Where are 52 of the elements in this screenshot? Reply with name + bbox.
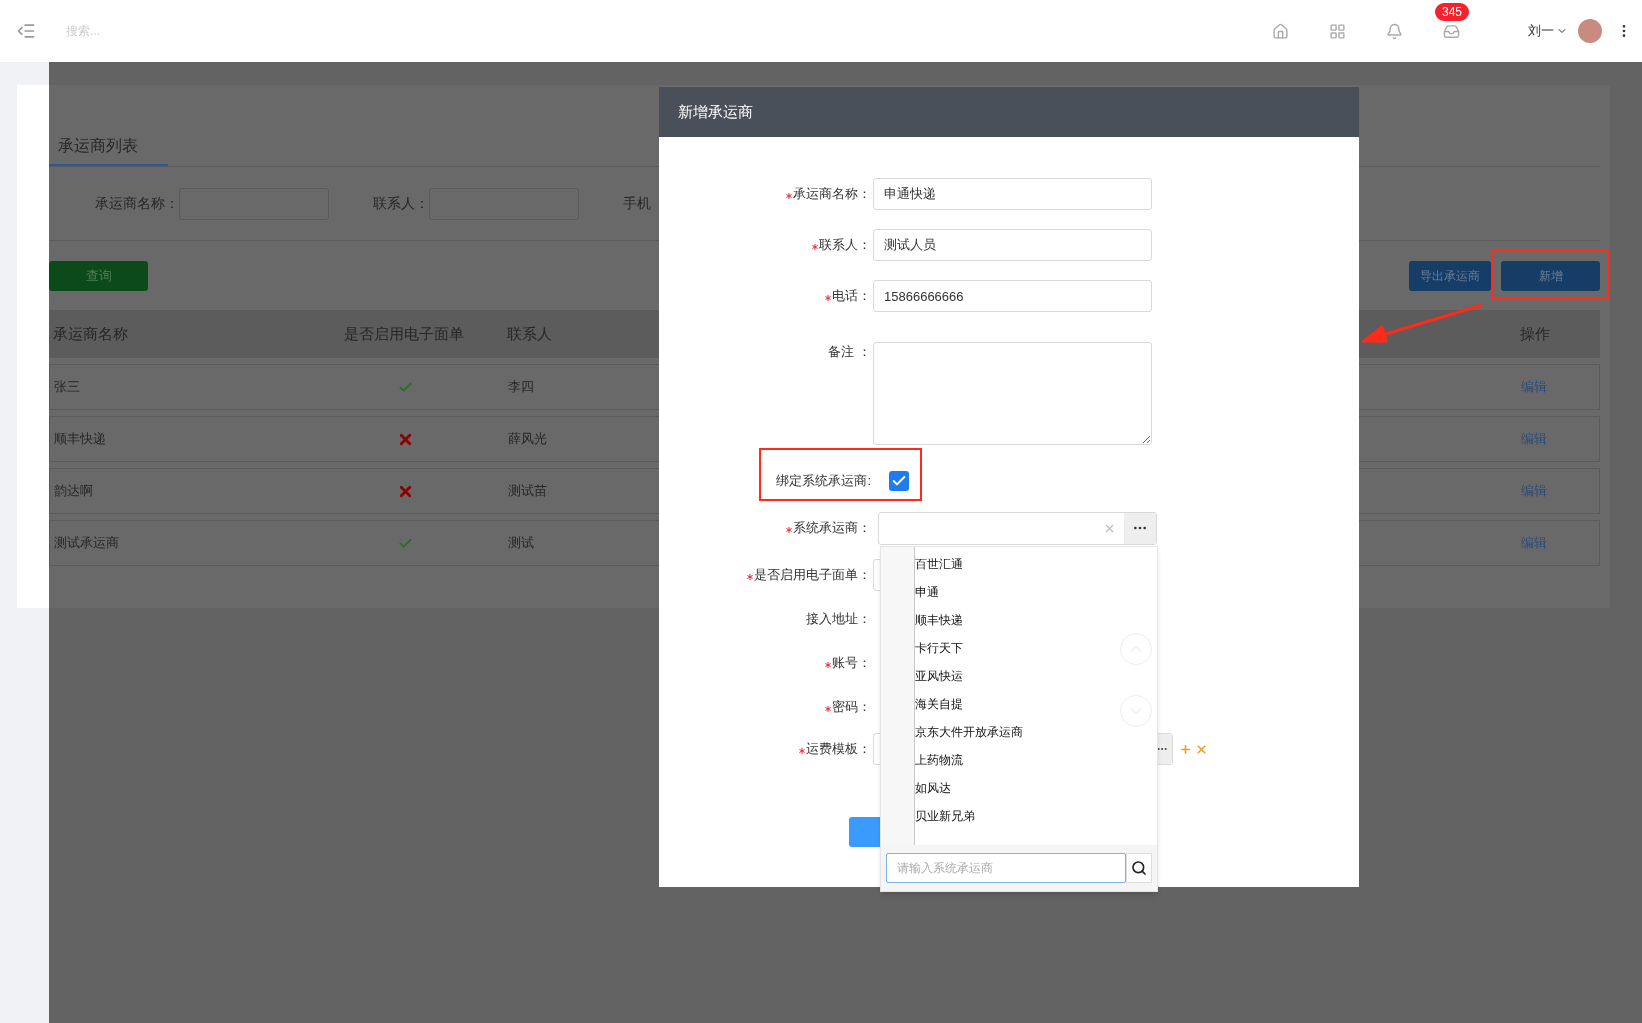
dialog-title: 新增承运商 xyxy=(678,101,753,122)
text-field[interactable]: 测试人员 xyxy=(873,229,1152,261)
home-icon[interactable] xyxy=(1272,22,1289,40)
field-label: 账号： xyxy=(832,654,871,673)
dropdown-option[interactable]: 亚风快运 xyxy=(915,662,1157,690)
table-cell: 测试苗 xyxy=(508,483,547,499)
field-label: 接入地址： xyxy=(806,610,871,629)
dropdown-option[interactable]: 百世汇通 xyxy=(915,550,1157,578)
field-label: 联系人： xyxy=(819,236,871,255)
table-cell-text: 韵达啊 xyxy=(53,482,94,501)
dropdown-option[interactable]: 海关自提 xyxy=(915,690,1157,718)
field-label: 密码： xyxy=(832,698,871,717)
filter-label: 手机 xyxy=(623,194,651,213)
dropdown-option[interactable]: 京东大件开放承运商 xyxy=(915,718,1157,746)
avatar[interactable] xyxy=(1578,19,1602,43)
table-cell-text: 顺丰快递 xyxy=(53,430,107,449)
filter-label: 承运商名称： xyxy=(95,194,179,213)
table-cell-text: 测试承运商 xyxy=(53,534,120,553)
dropdown-option[interactable]: 贝业新兄弟 xyxy=(915,802,1157,830)
field-label: 绑定系统承运商: xyxy=(776,472,871,491)
dropdown-option[interactable]: 卡行天下 xyxy=(915,634,1157,662)
dropdown-option[interactable]: 上药物流 xyxy=(915,746,1157,774)
user-name[interactable]: 刘一 xyxy=(1528,21,1554,41)
dropdown-option[interactable]: 顺丰快递 xyxy=(915,606,1157,634)
bell-icon[interactable] xyxy=(1386,22,1403,40)
field-label: 系统承运商： xyxy=(793,519,871,538)
more-button[interactable] xyxy=(1124,512,1156,544)
search-button[interactable] xyxy=(1126,853,1152,883)
delete-icon[interactable] xyxy=(1195,742,1208,756)
text-field[interactable]: 申通快递 xyxy=(873,178,1152,210)
field-label: 备注 ： xyxy=(828,343,871,361)
table-cell: 李四 xyxy=(508,379,534,395)
table-cell: 薛风光 xyxy=(508,431,547,447)
notification-badge: 345 xyxy=(1435,2,1470,21)
grid-icon[interactable] xyxy=(1329,22,1346,40)
select-field[interactable] xyxy=(878,511,1157,545)
field-label: 承运商名称： xyxy=(793,185,871,204)
field-label: 运费模板： xyxy=(806,740,871,759)
menu-icon[interactable] xyxy=(16,21,36,41)
dropdown-option[interactable]: 如风达 xyxy=(915,774,1157,802)
search-icon xyxy=(1131,860,1147,876)
filter-label: 联系人： xyxy=(373,194,429,213)
checkbox[interactable] xyxy=(889,471,909,491)
add-icon[interactable] xyxy=(1179,742,1192,756)
search-field[interactable]: 请输入系统承运商 xyxy=(886,853,1126,883)
table-cell: 测试 xyxy=(508,535,534,551)
remark-field[interactable] xyxy=(873,342,1152,445)
field-label: 电话： xyxy=(832,287,871,306)
inbox-icon[interactable] xyxy=(1443,22,1460,40)
dropdown-option[interactable]: 申通 xyxy=(915,578,1157,606)
text-field[interactable]: 15866666666 xyxy=(873,280,1152,312)
field-label: 是否启用电子面单： xyxy=(754,566,871,585)
